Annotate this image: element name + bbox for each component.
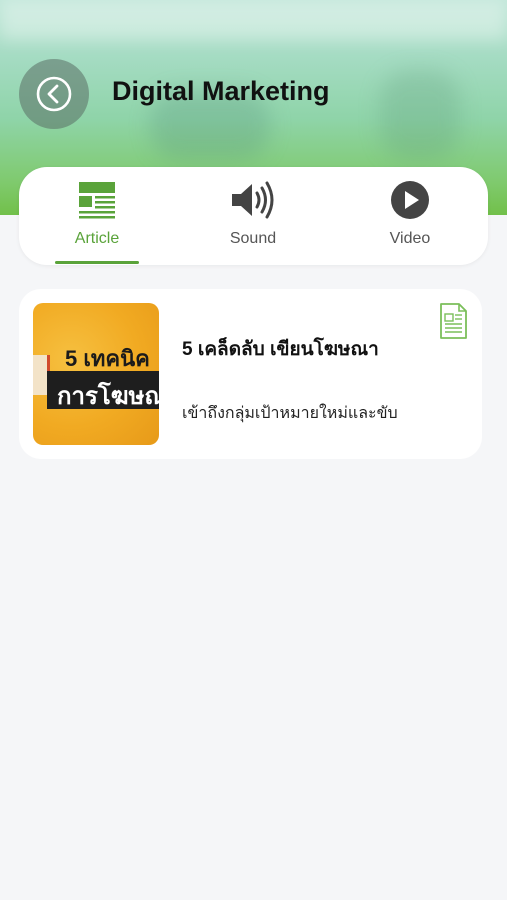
active-tab-indicator [55, 261, 139, 264]
chevron-left-circle-icon [36, 76, 72, 112]
article-thumbnail: 5 เทคนิค การโฆษณ [33, 303, 159, 445]
banner-background [380, 70, 460, 160]
document-icon [440, 303, 467, 339]
tab-sound[interactable]: Sound [175, 167, 331, 265]
page-title: Digital Marketing [112, 76, 330, 106]
media-tab-bar: Article Sound Video [19, 167, 488, 265]
newspaper-icon [79, 182, 115, 219]
tab-article-label: Article [74, 230, 120, 247]
tab-sound-label: Sound [229, 230, 277, 247]
tab-article[interactable]: Article [19, 167, 175, 265]
tab-video[interactable]: Video [332, 167, 488, 265]
speaker-icon [232, 181, 274, 219]
thumbnail-text-bottom: การโฆษณ [57, 383, 159, 410]
tab-video-label: Video [389, 230, 431, 247]
article-title: 5 เคล็ดลับ เขียนโฆษณา [182, 339, 379, 360]
banner-background [0, 0, 507, 40]
play-circle-icon [391, 181, 429, 219]
article-description: เข้าถึงกลุ่มเป้าหมายใหม่และขับ [182, 405, 398, 422]
back-button[interactable] [19, 59, 89, 129]
article-card[interactable]: 5 เทคนิค การโฆษณ 5 เคล็ดลับ เขียนโฆษณา เ… [19, 289, 482, 459]
